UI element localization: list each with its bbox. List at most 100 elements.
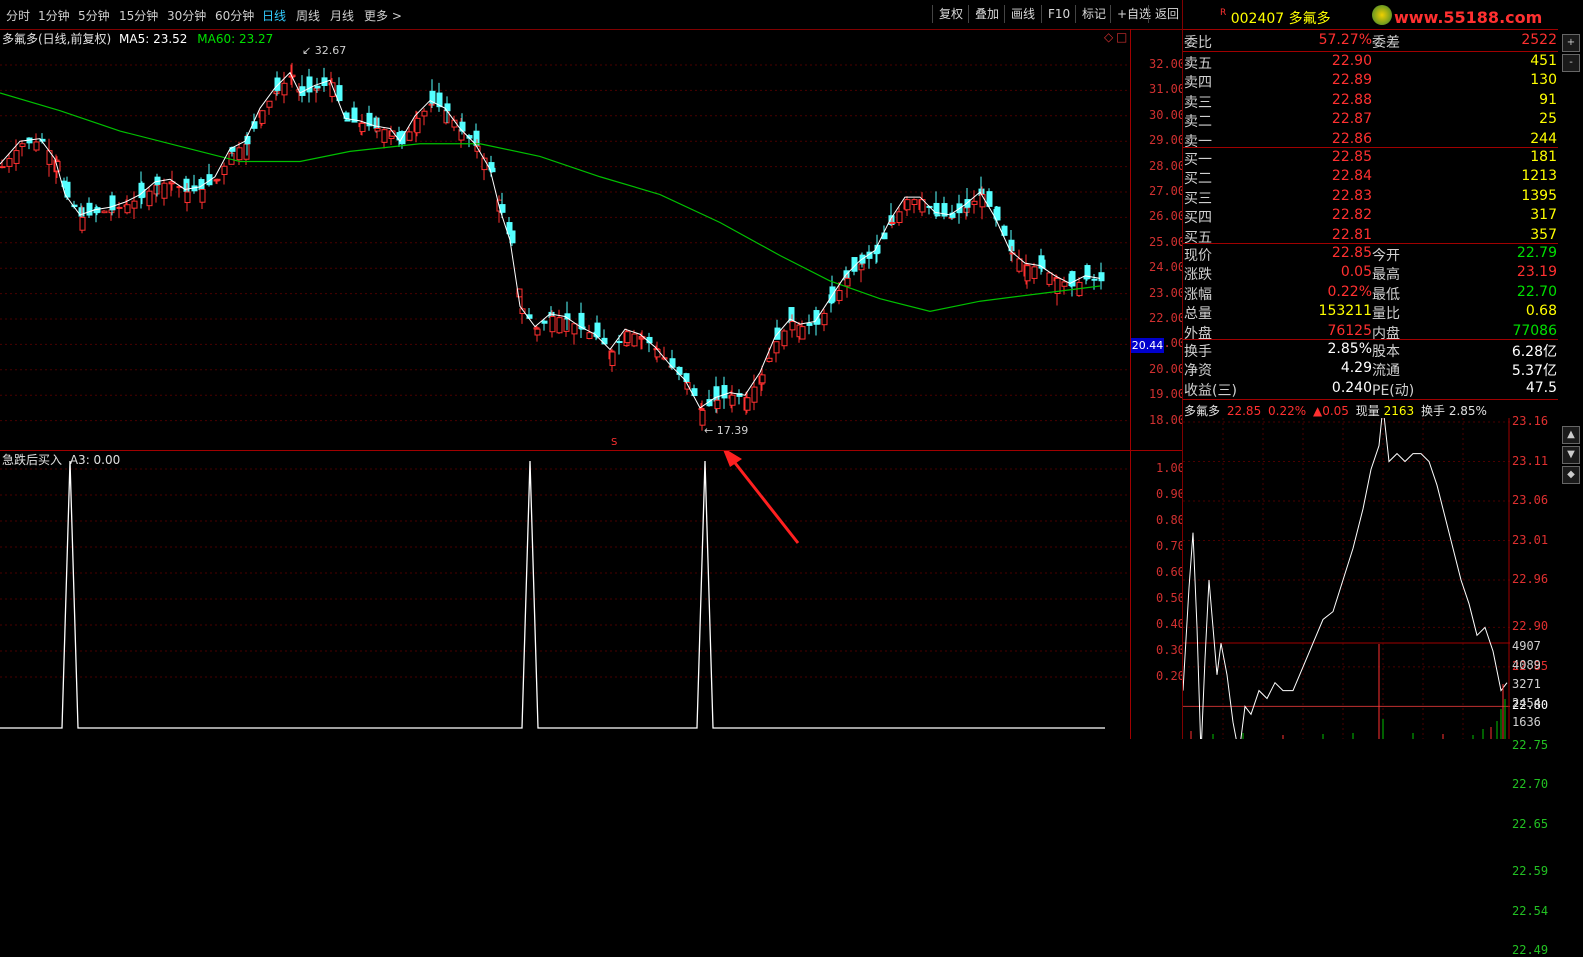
kline-y-label: 19.00 bbox=[1149, 387, 1186, 402]
scroll-down-button[interactable]: ▼ bbox=[1562, 446, 1580, 464]
ask-price: 22.86 bbox=[1331, 130, 1372, 147]
candle-body bbox=[214, 178, 221, 181]
intraday-y-label: 23.16 bbox=[1512, 414, 1549, 428]
intraday-y-label: 22.75 bbox=[1512, 737, 1549, 752]
stat-row: 涨幅 0.22% 最低 22.70 bbox=[1184, 284, 1557, 303]
intraday-y-label: 22.90 bbox=[1512, 619, 1549, 634]
candle-body bbox=[773, 341, 780, 354]
candle-body bbox=[199, 188, 206, 203]
candle-body bbox=[46, 150, 53, 165]
period-tab-more[interactable]: 更多 > bbox=[364, 7, 402, 24]
weibi-value: 57.27% bbox=[1318, 32, 1372, 48]
candle-body bbox=[904, 199, 911, 211]
overlay-button[interactable]: 叠加 bbox=[968, 5, 1005, 23]
kline-y-label: 29.00 bbox=[1149, 133, 1186, 148]
candle-body bbox=[0, 166, 6, 169]
candle-body bbox=[329, 82, 336, 97]
kline-grid bbox=[0, 64, 1130, 422]
candle-body bbox=[359, 122, 366, 133]
stat-label-2: 最低 bbox=[1372, 286, 1400, 303]
period-tab-60min[interactable]: 60分钟 bbox=[215, 7, 254, 24]
back-button[interactable]: 返回 bbox=[1148, 5, 1185, 23]
candle-body bbox=[934, 214, 941, 217]
stat-value-2: 0.68 bbox=[1525, 303, 1557, 320]
ask-volume: 25 bbox=[1539, 111, 1557, 128]
fund-row: 收益(三) 0.240 PE(动) 47.5 bbox=[1184, 380, 1557, 399]
site-logo-text: www.55188.com bbox=[1394, 8, 1543, 27]
stat-value: 0.05 bbox=[1340, 264, 1372, 281]
fuquan-button[interactable]: 复权 bbox=[932, 5, 969, 23]
stat-value: 153211 bbox=[1318, 303, 1372, 320]
candle-body bbox=[146, 190, 153, 207]
ask-price: 22.87 bbox=[1331, 111, 1372, 128]
period-tab-30min[interactable]: 30分钟 bbox=[167, 7, 206, 24]
ask-volume: 130 bbox=[1530, 72, 1557, 89]
candle-body bbox=[844, 277, 851, 287]
period-tab-weekly[interactable]: 周线 bbox=[296, 7, 320, 24]
period-tab-1min[interactable]: 1分钟 bbox=[38, 7, 70, 24]
bid-label: 买一 bbox=[1184, 152, 1212, 168]
period-tab-daily[interactable]: 日线 bbox=[262, 7, 286, 24]
candle-body bbox=[889, 221, 896, 224]
intraday-price-line bbox=[1183, 418, 1508, 739]
candle-body bbox=[609, 351, 616, 367]
fund-label: 收益(三) bbox=[1184, 382, 1237, 399]
indicator-y-label: 0.80 bbox=[1156, 513, 1185, 527]
low-price-marker: ← 17.39 bbox=[704, 424, 749, 437]
candle-body bbox=[781, 330, 788, 347]
candle-body bbox=[6, 158, 13, 167]
candle-body bbox=[971, 200, 978, 205]
weicha-label: 委差 bbox=[1372, 35, 1400, 51]
fund-label: 换手 bbox=[1184, 344, 1212, 360]
kline-y-label: 30.00 bbox=[1149, 107, 1186, 122]
kline-chart[interactable] bbox=[0, 29, 1130, 450]
candle-body bbox=[721, 385, 728, 399]
fund-row: 净资 4.29 流通 5.37亿 bbox=[1184, 360, 1557, 379]
kline-y-label: 26.00 bbox=[1149, 209, 1186, 224]
quote-divider bbox=[1183, 399, 1558, 400]
signal-mark: S bbox=[611, 437, 618, 448]
huanshou-value: 2.85% bbox=[1448, 404, 1487, 418]
period-tab-15min[interactable]: 15分钟 bbox=[119, 7, 158, 24]
candle-body bbox=[406, 131, 413, 141]
fund-label: 净资 bbox=[1184, 363, 1212, 380]
fund-value: 2.85% bbox=[1327, 341, 1372, 357]
zoom-in-button[interactable]: + bbox=[1562, 34, 1580, 52]
period-tab-fenshi[interactable]: 分时 bbox=[6, 7, 30, 24]
intraday-chart[interactable] bbox=[1183, 418, 1510, 739]
ask-row: 卖三 22.88 91 bbox=[1184, 92, 1557, 111]
intraday-y-label: 22.49 bbox=[1512, 943, 1549, 957]
fund-label-2: 流通 bbox=[1372, 363, 1400, 380]
candle-body bbox=[124, 204, 131, 214]
candle-body bbox=[13, 150, 20, 164]
weicha-value: 2522 bbox=[1521, 32, 1557, 48]
zoom-out-button[interactable]: - bbox=[1562, 54, 1580, 72]
period-tab-5min[interactable]: 5分钟 bbox=[78, 7, 110, 24]
bid-price: 22.81 bbox=[1331, 226, 1372, 243]
ask-price: 22.88 bbox=[1331, 91, 1372, 108]
candle-body bbox=[631, 333, 638, 347]
bid-price: 22.82 bbox=[1331, 207, 1372, 224]
scroll-up-button[interactable]: ▲ bbox=[1562, 426, 1580, 444]
candle-body bbox=[744, 397, 751, 411]
stock-title: R 002407 多氟多 bbox=[1220, 8, 1331, 28]
candle-body bbox=[314, 85, 321, 89]
period-tab-monthly[interactable]: 月线 bbox=[330, 7, 354, 24]
bid-volume: 1395 bbox=[1521, 187, 1557, 204]
draw-line-button[interactable]: 画线 bbox=[1004, 5, 1041, 23]
stat-value: 22.85 bbox=[1331, 245, 1372, 261]
candle-body bbox=[1091, 278, 1098, 281]
quote-divider bbox=[1183, 147, 1558, 148]
candle-body bbox=[381, 129, 388, 143]
fund-label-2: PE(动) bbox=[1372, 382, 1415, 399]
option-button[interactable]: ◆ bbox=[1562, 466, 1580, 484]
candle-body bbox=[601, 337, 608, 345]
stat-value-2: 22.79 bbox=[1516, 245, 1557, 261]
stat-value-2: 22.70 bbox=[1516, 283, 1557, 300]
candle-body bbox=[259, 110, 266, 124]
f10-button[interactable]: F10 bbox=[1041, 5, 1076, 23]
indicator-chart[interactable] bbox=[0, 451, 1130, 739]
mark-button[interactable]: 标记 bbox=[1075, 5, 1112, 23]
stat-value-2: 23.19 bbox=[1516, 264, 1557, 281]
quote-divider bbox=[1183, 243, 1558, 244]
